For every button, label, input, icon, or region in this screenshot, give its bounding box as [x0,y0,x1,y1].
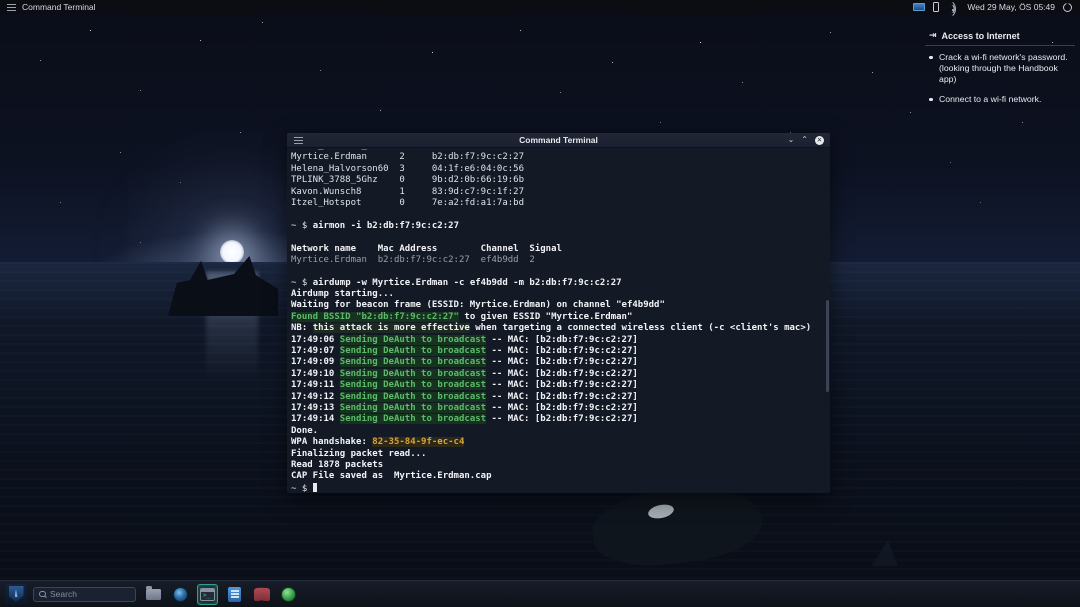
minimize-button[interactable]: ⌄ [788,135,795,145]
terminal-line: WPA handshake: 82-35-84-9f-ec-c4 [291,437,826,448]
handbook-icon [254,588,270,601]
terminal-line: Helena_Halvorson60 3 04:1f:e6:04:0c:56 [291,164,826,175]
handbook-app-button[interactable] [251,584,272,605]
terminal-line: 17:49:10 Sending DeAuth to broadcast -- … [291,369,826,380]
terminal-output: Treva_Hermann_5Ghz 0 4d:1b:c8:4c:13:bdMy… [291,148,826,492]
terminal-line: Kavon.Wunsch8 1 83:9d:c7:9c:1f:27 [291,187,826,198]
terminal-icon [200,588,215,601]
terminal-line [291,209,826,220]
objectives-list: Crack a wi-fi network's password. (looki… [925,52,1075,114]
objectives-header: ⇥ Access to Internet [925,28,1075,46]
terminal-line: Itzel_Hotspot 0 7e:a2:fd:a1:7a:bd [291,198,826,209]
folder-icon [146,589,161,600]
moon [220,240,244,264]
terminal-app-button[interactable] [197,584,218,605]
terminal-line: 17:49:13 Sending DeAuth to broadcast -- … [291,403,826,414]
terminal-line: ~ $ airdump -w Myrtice.Erdman -c ef4b9dd… [291,278,826,289]
desktop: Command Terminal Wed 29 May, ÖS 05:49 ⇥ … [0,0,1080,607]
taskbar [0,580,1080,607]
terminal-line [291,232,826,243]
display-icon[interactable] [913,3,925,11]
objectives-title: Access to Internet [942,31,1020,41]
terminal-line: Airdump starting... [291,289,826,300]
menu-icon[interactable] [7,4,16,11]
terminal-line: 17:49:11 Sending DeAuth to broadcast -- … [291,380,826,391]
terminal-line: Done. [291,426,826,437]
terminal-line: Myrtice.Erdman 2 b2:db:f7:9c:c2:27 [291,152,826,163]
clock: Wed 29 May, ÖS 05:49 [967,2,1055,12]
notes-icon [228,587,241,602]
terminal-line: 17:49:07 Sending DeAuth to broadcast -- … [291,346,826,357]
terminal-line: Read 1878 packets [291,460,826,471]
search-box[interactable] [33,587,136,602]
connections-app-button[interactable] [278,584,299,605]
start-button[interactable] [5,584,27,605]
scrollbar-thumb[interactable] [826,300,829,392]
terminal-line [291,266,826,277]
terminal-title: Command Terminal [287,135,830,145]
terminal-line: ~ $ airmon -i b2:db:f7:9c:c2:27 [291,221,826,232]
terminal-body[interactable]: Treva_Hermann_5Ghz 0 4d:1b:c8:4c:13:bdMy… [287,148,830,492]
maximize-button[interactable]: ⌃ [801,135,808,145]
terminal-line: Finalizing packet read... [291,449,826,460]
terminal-line: 17:49:09 Sending DeAuth to broadcast -- … [291,357,826,368]
phone-icon[interactable] [933,2,939,12]
power-icon[interactable] [1063,3,1072,12]
taskbar-apps [143,584,299,605]
terminal-line: 17:49:06 Sending DeAuth to broadcast -- … [291,335,826,346]
fin-silhouette [872,540,898,566]
terminal-line: Waiting for beacon frame (ESSID: Myrtice… [291,300,826,311]
objective-item: Crack a wi-fi network's password. (looki… [925,52,1075,94]
files-app-button[interactable] [143,584,164,605]
green-globe-icon [281,587,296,602]
search-icon [39,591,46,598]
terminal-line: NB: this attack is more effective when t… [291,323,826,334]
close-button[interactable]: ✕ [815,136,824,145]
browser-app-button[interactable] [170,584,191,605]
objective-item: Connect to a wi-fi network. [925,94,1075,114]
search-input[interactable] [50,589,130,599]
terminal-line: Found BSSID "b2:db:f7:9c:c2:27" to given… [291,312,826,323]
terminal-line: Network name Mac Address Channel Signal [291,244,826,255]
browser-globe-icon [173,587,188,602]
terminal-titlebar[interactable]: Command Terminal ⌄ ⌃ ✕ [287,133,830,148]
objectives-panel: ⇥ Access to Internet Crack a wi-fi netwo… [925,28,1075,114]
notes-app-button[interactable] [224,584,245,605]
terminal-line: CAP File saved as Myrtice.Erdman.cap [291,471,826,482]
top-system-bar: Command Terminal Wed 29 May, ÖS 05:49 [0,0,1080,14]
terminal-line: 17:49:12 Sending DeAuth to broadcast -- … [291,392,826,403]
os-logo-icon [9,586,24,602]
terminal-line: ~ $ [291,483,826,492]
active-window-title: Command Terminal [22,2,96,12]
goal-arrow-icon: ⇥ [929,30,937,41]
terminal-window: Command Terminal ⌄ ⌃ ✕ Treva_Hermann_5Gh… [287,133,830,493]
wifi-icon[interactable] [947,3,959,12]
terminal-line: 17:49:14 Sending DeAuth to broadcast -- … [291,414,826,425]
terminal-line: TPLINK_3788_5Ghz 0 9b:d2:0b:66:19:6b [291,175,826,186]
terminal-line: Myrtice.Erdman b2:db:f7:9c:c2:27 ef4b9dd… [291,255,826,266]
